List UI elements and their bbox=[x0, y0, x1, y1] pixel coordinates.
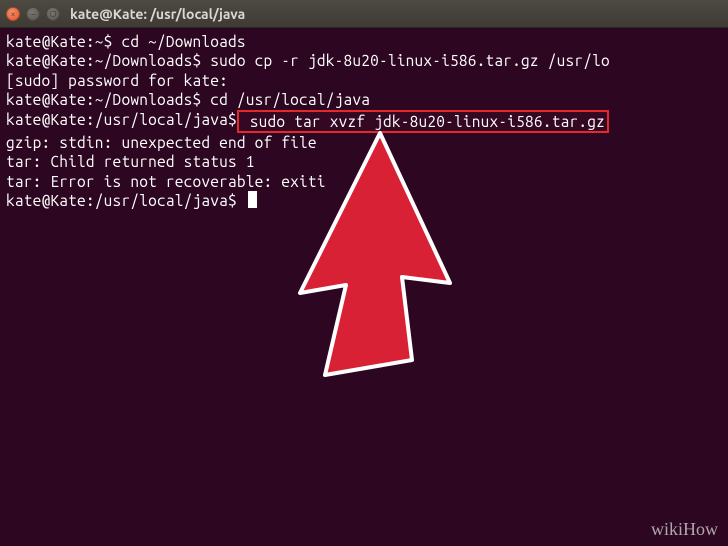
terminal-line: gzip: stdin: unexpected end of file bbox=[6, 133, 722, 152]
terminal-line: kate@Kate:~/Downloads$ cd /usr/local/jav… bbox=[6, 90, 722, 109]
command: cd /usr/local/java bbox=[201, 90, 370, 109]
terminal-line: tar: Child returned status 1 bbox=[6, 152, 722, 171]
terminal-area[interactable]: kate@Kate:~$ cd ~/Downloads kate@Kate:~/… bbox=[0, 28, 728, 214]
terminal-line: kate@Kate:~$ cd ~/Downloads bbox=[6, 32, 722, 51]
output: gzip: stdin: unexpected end of file bbox=[6, 133, 317, 152]
prompt: kate@Kate:~$ bbox=[6, 32, 113, 51]
cursor-icon bbox=[248, 191, 257, 208]
output: [sudo] password for kate: bbox=[6, 71, 228, 90]
cursor-pos bbox=[237, 191, 246, 210]
window-buttons: × − ▢ bbox=[6, 7, 60, 21]
prompt: kate@Kate:/usr/local/java$ bbox=[6, 110, 237, 133]
command: sudo tar xvzf jdk-8u20-linux-i586.tar.gz bbox=[241, 113, 605, 130]
maximize-button[interactable]: ▢ bbox=[46, 7, 60, 21]
command: sudo cp -r jdk-8u20-linux-i586.tar.gz /u… bbox=[201, 51, 609, 70]
output: tar: Child returned status 1 bbox=[6, 152, 255, 171]
terminal-line: tar: Error is not recoverable: exiti bbox=[6, 172, 722, 191]
prompt: kate@Kate:~/Downloads$ bbox=[6, 51, 201, 70]
terminal-line: kate@Kate:/usr/local/java$ sudo tar xvzf… bbox=[6, 110, 722, 133]
watermark: wikiHow bbox=[651, 519, 718, 540]
watermark-text: wikiHow bbox=[651, 519, 718, 539]
close-button[interactable]: × bbox=[6, 7, 20, 21]
window-title: kate@Kate: /usr/local/java bbox=[70, 6, 245, 22]
output: tar: Error is not recoverable: exiti bbox=[6, 172, 326, 191]
terminal-line: kate@Kate:/usr/local/java$ bbox=[6, 191, 722, 210]
terminal-line: kate@Kate:~/Downloads$ sudo cp -r jdk-8u… bbox=[6, 51, 722, 70]
prompt: kate@Kate:/usr/local/java$ bbox=[6, 191, 237, 210]
titlebar: × − ▢ kate@Kate: /usr/local/java bbox=[0, 0, 728, 28]
terminal-line: [sudo] password for kate: bbox=[6, 71, 722, 90]
prompt: kate@Kate:~/Downloads$ bbox=[6, 90, 201, 109]
minimize-button[interactable]: − bbox=[26, 7, 40, 21]
highlighted-command: sudo tar xvzf jdk-8u20-linux-i586.tar.gz bbox=[237, 110, 609, 133]
command: cd ~/Downloads bbox=[113, 32, 246, 51]
